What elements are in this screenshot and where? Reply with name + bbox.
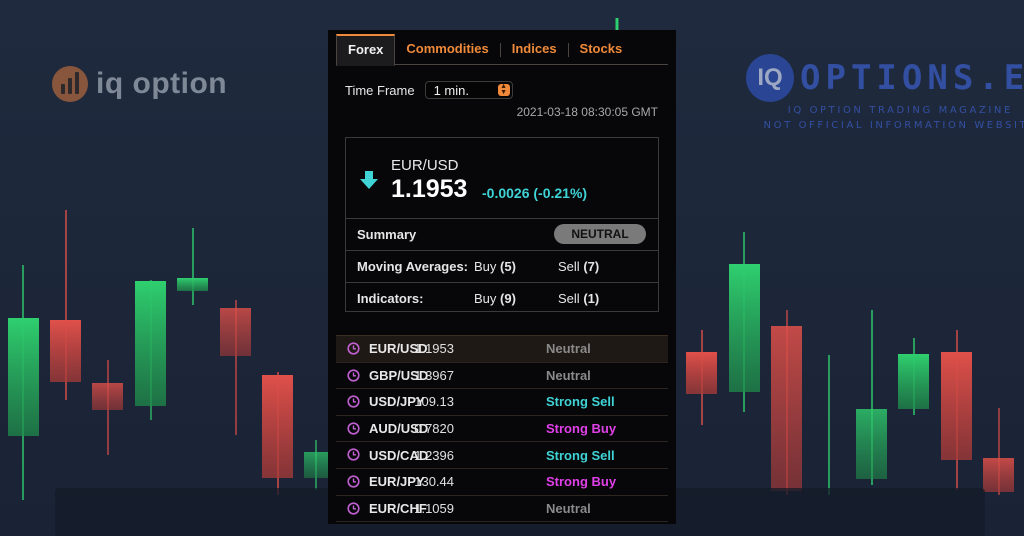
candle xyxy=(898,338,929,415)
pair-signal: Neutral xyxy=(546,367,591,383)
quote-summary-box: EUR/USD 1.1953 -0.0026 (-0.21%) Summary … xyxy=(345,137,659,312)
clock-icon xyxy=(347,342,360,355)
pair-price: 1.2396 xyxy=(414,447,454,463)
pair-price: 1.3967 xyxy=(414,367,454,383)
clock-icon xyxy=(347,475,360,488)
indicators-label: Indicators: xyxy=(357,291,424,306)
pair-price: 0.7820 xyxy=(414,421,454,437)
timestamp: 2021-03-18 08:30:05 GMT xyxy=(516,105,658,119)
pair-row[interactable]: EUR/JPY 130.44 Strong Buy xyxy=(336,469,668,496)
candle xyxy=(941,330,972,490)
candle xyxy=(177,228,208,305)
moving-averages-row: Moving Averages: Buy (5) Sell (7) xyxy=(346,251,658,283)
timeframe-row: Time Frame 1 min. ▲ ▼ xyxy=(345,81,513,99)
clock-icon xyxy=(347,422,360,435)
iqoptions-eu-logo: IQ OPTIONS.EU IQ OPTION TRADING MAGAZINE… xyxy=(746,54,1024,132)
pair-row[interactable]: EUR/CHF 1.1059 Neutral xyxy=(336,496,668,523)
market-tabs: Forex Commodities Indices Stocks xyxy=(336,34,668,66)
moving-averages-label: Moving Averages: xyxy=(357,259,469,274)
quote-price: 1.1953 xyxy=(391,175,468,203)
moving-averages-buy: Buy (5) xyxy=(474,259,516,274)
indicators-sell: Sell (1) xyxy=(558,291,600,306)
pair-signal: Strong Buy xyxy=(546,421,617,437)
pair-signal: Strong Buy xyxy=(546,474,617,490)
candle xyxy=(50,210,81,400)
currency-pair-list: EUR/USD 1.1953 Neutral GBP/USD 1.3967 Ne… xyxy=(336,335,668,523)
technical-summary-widget: Forex Commodities Indices Stocks Time Fr… xyxy=(328,30,676,524)
quote-symbol: EUR/USD xyxy=(391,157,459,174)
candle xyxy=(8,265,39,500)
pair-price: 1.1059 xyxy=(414,500,454,516)
clock-icon xyxy=(347,448,360,461)
iq-option-logo-text: iq option xyxy=(96,67,228,100)
summary-badge: NEUTRAL xyxy=(554,224,646,244)
tab-forex[interactable]: Forex xyxy=(336,34,396,66)
pair-signal: Neutral xyxy=(546,500,591,516)
select-arrows-icon: ▲ ▼ xyxy=(497,83,510,96)
candle xyxy=(686,330,717,425)
iqoptions-eu-tagline-2: NOT OFFICIAL INFORMATION WEBSITE xyxy=(763,120,1024,131)
candle xyxy=(135,280,166,420)
candle xyxy=(983,408,1014,495)
iqoptions-eu-logo-text: OPTIONS.EU xyxy=(800,58,1024,98)
pair-row[interactable]: AUD/USD 0.7820 Strong Buy xyxy=(336,416,668,443)
pair-signal: Strong Sell xyxy=(546,447,615,463)
iqoptions-eu-tagline-1: IQ OPTION TRADING MAGAZINE xyxy=(787,105,1013,116)
iqoptions-eu-logo-icon: IQ xyxy=(746,54,794,102)
pair-row[interactable]: GBP/USD 1.3967 Neutral xyxy=(336,363,668,390)
pair-price: 1.1953 xyxy=(414,341,454,357)
candle xyxy=(856,310,887,485)
candle xyxy=(220,300,251,435)
quote-change: -0.0026 (-0.21%) xyxy=(482,185,588,201)
timeframe-value: 1 min. xyxy=(433,83,469,98)
pair-signal: Strong Sell xyxy=(546,394,615,410)
pair-row[interactable]: EUR/USD 1.1953 Neutral xyxy=(336,336,668,363)
pair-row[interactable]: USD/CAD 1.2396 Strong Sell xyxy=(336,442,668,469)
indicators-buy: Buy (9) xyxy=(474,291,516,306)
clock-icon xyxy=(347,368,360,382)
summary-row: Summary NEUTRAL xyxy=(346,219,658,251)
timeframe-label: Time Frame xyxy=(345,82,415,98)
iq-option-logo-icon xyxy=(52,66,88,102)
arrow-down-icon xyxy=(360,171,378,189)
candle xyxy=(92,360,123,455)
candle xyxy=(304,440,328,490)
candle xyxy=(262,372,293,495)
pair-signal: Neutral xyxy=(546,341,591,357)
moving-averages-sell: Sell (7) xyxy=(558,259,600,274)
clock-icon xyxy=(347,501,360,515)
timeframe-select[interactable]: 1 min. ▲ ▼ xyxy=(424,81,513,99)
iq-option-logo: iq option xyxy=(52,66,227,102)
pair-price: 130.44 xyxy=(414,474,454,490)
summary-label: Summary xyxy=(357,227,417,242)
candle xyxy=(771,310,802,495)
quote-header: EUR/USD 1.1953 -0.0026 (-0.21%) xyxy=(346,138,658,219)
pair-price: 109.13 xyxy=(414,394,454,410)
candle xyxy=(729,232,760,412)
tab-indices[interactable]: Indices xyxy=(501,34,568,64)
indicators-row: Indicators: Buy (9) Sell (1) xyxy=(346,283,658,314)
clock-icon xyxy=(347,395,360,408)
tab-stocks[interactable]: Stocks xyxy=(569,34,634,64)
tab-commodities[interactable]: Commodities xyxy=(395,34,499,64)
pair-row[interactable]: USD/JPY 109.13 Strong Sell xyxy=(336,389,668,416)
